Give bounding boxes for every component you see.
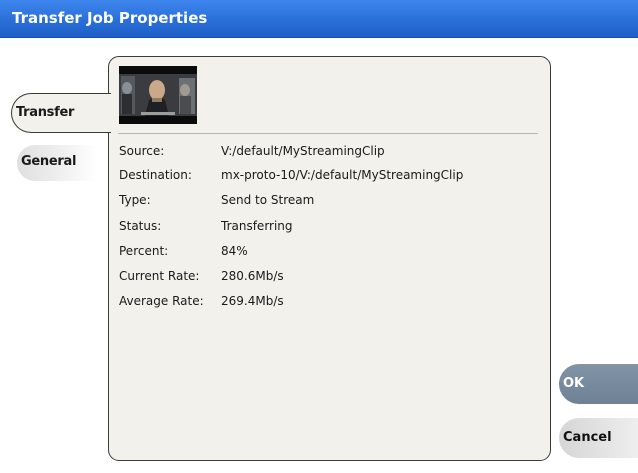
status-label: Status: [119,219,162,233]
clip-thumbnail-image [119,66,197,124]
title-bar: Transfer Job Properties [0,0,638,38]
average-rate-value: 269.4Mb/s [221,294,284,308]
tab-general[interactable]: General [17,145,97,181]
percent-value: 84% [221,244,248,258]
tab-transfer-label: Transfer [16,105,75,120]
destination-label: Destination: [119,168,192,182]
percent-label: Percent: [119,244,169,258]
type-value: Send to Stream [221,193,315,207]
destination-value: mx-proto-10/V:/default/MyStreamingClip [221,168,464,182]
source-value: V:/default/MyStreamingClip [221,144,385,158]
current-rate-value: 280.6Mb/s [221,269,284,283]
divider [118,133,538,134]
cancel-button-label: Cancel [563,430,612,445]
average-rate-label: Average Rate: [119,294,204,308]
cancel-button[interactable]: Cancel [559,418,638,458]
source-label: Source: [119,144,165,158]
status-value: Transferring [221,219,293,233]
ok-button[interactable]: OK [559,364,638,404]
tab-general-label: General [21,154,77,169]
current-rate-label: Current Rate: [119,269,200,283]
tab-transfer[interactable]: Transfer [11,93,111,133]
window-title: Transfer Job Properties [12,9,208,27]
type-label: Type: [119,193,151,207]
ok-button-label: OK [563,376,585,391]
